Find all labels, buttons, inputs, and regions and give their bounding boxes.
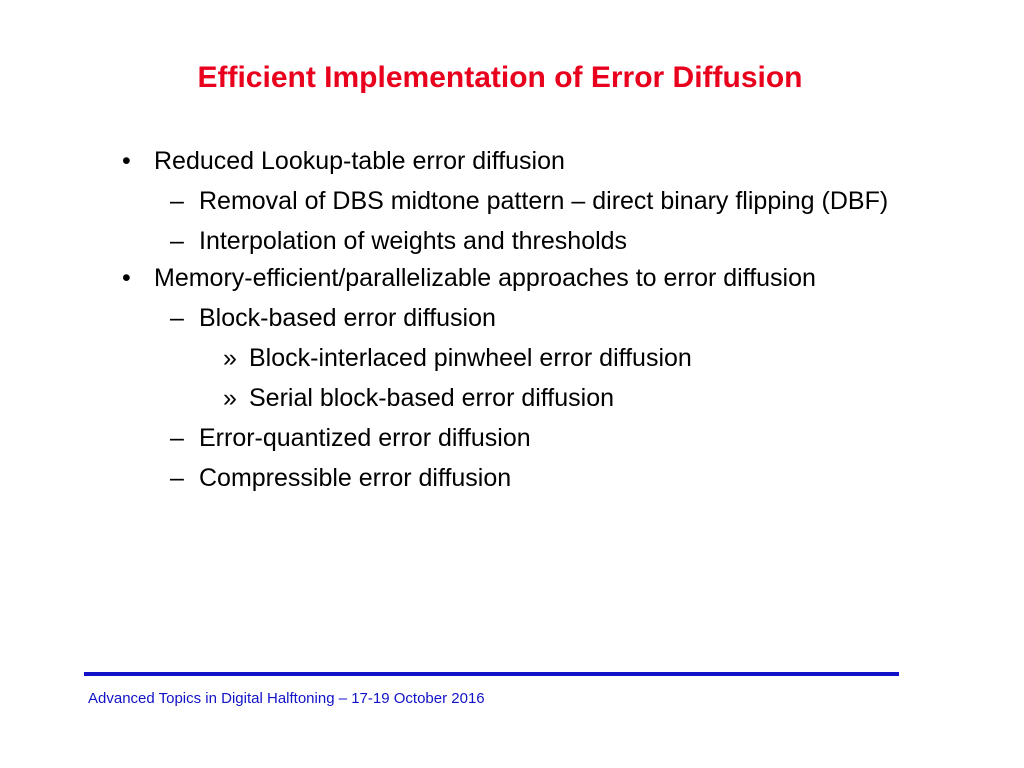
sub-bullet-text: Removal of DBS midtone pattern – direct … (199, 187, 889, 215)
bullet-text: Memory-efficient/parallelizable approach… (154, 264, 816, 292)
dash-marker: – (170, 187, 184, 215)
dash-marker: – (170, 304, 184, 332)
dash-marker: – (170, 464, 184, 492)
sub-bullet-item: – Compressible error diffusion (118, 463, 918, 493)
sub-bullet-text: Block-based error diffusion (199, 304, 496, 332)
sub-sub-bullet-item: » Serial block-based error diffusion (118, 383, 918, 413)
sub-bullet-item: – Error-quantized error diffusion (118, 423, 918, 453)
sub-sub-bullet-text: Block-interlaced pinwheel error diffusio… (249, 344, 692, 372)
slide: Efficient Implementation of Error Diffus… (0, 0, 1024, 768)
bullet-text: Reduced Lookup-table error diffusion (154, 147, 565, 175)
footer-divider (84, 672, 899, 676)
footer-text: Advanced Topics in Digital Halftoning – … (88, 690, 485, 707)
sub-bullet-text: Compressible error diffusion (199, 464, 512, 492)
sub-bullet-item: – Block-based error diffusion (118, 303, 918, 333)
sub-bullet-text: Interpolation of weights and thresholds (199, 227, 628, 255)
dash-marker: – (170, 227, 184, 255)
bullet-marker: • (122, 147, 131, 175)
sub-sub-bullet-item: » Block-interlaced pinwheel error diffus… (118, 343, 918, 373)
sub-bullet-item: – Removal of DBS midtone pattern – direc… (118, 186, 918, 216)
guillemet-marker: » (223, 384, 237, 412)
bullet-marker: • (122, 264, 131, 292)
dash-marker: – (170, 424, 184, 452)
sub-bullet-text: Error-quantized error diffusion (199, 424, 531, 452)
sub-bullet-item: – Interpolation of weights and threshold… (118, 226, 918, 256)
slide-body: • Reduced Lookup-table error diffusion –… (118, 146, 918, 493)
bullet-item: • Reduced Lookup-table error diffusion (118, 146, 918, 176)
sub-sub-bullet-text: Serial block-based error diffusion (249, 384, 615, 412)
guillemet-marker: » (223, 344, 237, 372)
slide-title: Efficient Implementation of Error Diffus… (197, 61, 803, 94)
bullet-item: • Memory-efficient/parallelizable approa… (118, 263, 918, 293)
